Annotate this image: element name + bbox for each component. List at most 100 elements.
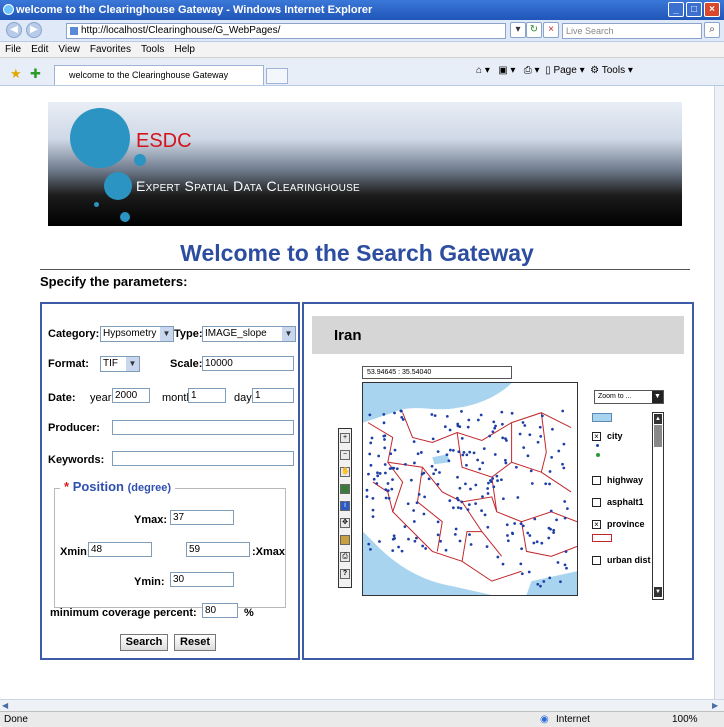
city-point (378, 540, 381, 543)
zoom-to-select[interactable]: Zoom to ... ▼ (594, 390, 664, 404)
tab-current[interactable]: welcome to the Clearinghouse Gateway (54, 65, 264, 85)
coverage-input[interactable]: 80 (202, 603, 238, 618)
home-icon[interactable]: ⌂ ▾ (476, 65, 490, 76)
pan-hand-icon[interactable]: ✋ (340, 467, 350, 477)
scroll-left-icon[interactable]: ◀ (2, 701, 11, 710)
print-icon[interactable]: ⎙ ▾ (524, 65, 540, 76)
city-point (424, 547, 428, 550)
month-input[interactable]: 1 (188, 388, 226, 403)
globe-icon[interactable] (340, 484, 350, 494)
zoom-out-icon[interactable]: − (340, 450, 350, 460)
menu-favorites[interactable]: Favorites (85, 42, 136, 57)
producer-input[interactable] (112, 420, 294, 435)
horizontal-scrollbar[interactable]: ◀ ▶ (0, 699, 724, 711)
search-icon[interactable]: ⌕ (704, 22, 720, 38)
scroll-up-icon[interactable]: ▲ (654, 414, 662, 424)
city-point (367, 542, 371, 546)
menu-file[interactable]: File (0, 42, 26, 57)
city-point (432, 472, 436, 476)
maximize-button[interactable]: □ (686, 2, 702, 17)
info-icon[interactable]: i (340, 501, 350, 511)
city-point (447, 459, 451, 463)
legend-highway-checkbox[interactable] (592, 476, 601, 485)
scroll-thumb[interactable] (654, 425, 662, 447)
year-input[interactable]: 2000 (112, 388, 150, 403)
new-tab-button[interactable] (266, 68, 288, 84)
print-icon[interactable]: ⎙ (340, 552, 350, 562)
type-select[interactable]: IMAGE_slope ▼ (202, 326, 296, 342)
address-dropdown-button[interactable]: ▾ (510, 22, 526, 38)
city-point (478, 467, 482, 471)
address-field[interactable]: http://localhost/Clearinghouse/G_WebPage… (66, 23, 506, 39)
minimize-button[interactable]: _ (668, 2, 684, 17)
city-point (551, 427, 554, 431)
ymin-input[interactable]: 30 (170, 572, 234, 587)
reset-button[interactable]: Reset (174, 634, 216, 651)
day-input[interactable]: 1 (252, 388, 294, 403)
category-select[interactable]: Hypsometry ▼ (100, 326, 174, 342)
legend-province-checkbox[interactable]: × (592, 520, 601, 529)
xmax-input[interactable]: 59 (186, 542, 250, 557)
city-point (565, 507, 569, 511)
city-point (388, 467, 392, 470)
city-point (505, 439, 508, 442)
feeds-icon[interactable]: ▣ ▾ (498, 65, 515, 76)
back-button[interactable]: ◀ (6, 22, 22, 38)
legend-city-checkbox[interactable]: × (592, 432, 601, 441)
city-point (540, 541, 544, 545)
legend-asphalt-checkbox[interactable] (592, 498, 601, 507)
tools-menu[interactable]: ⚙ Tools ▾ (590, 65, 633, 76)
city-point (386, 482, 390, 485)
live-search-input[interactable]: Live Search (562, 23, 702, 39)
zoom-level[interactable]: 100% (672, 714, 698, 725)
city-point (501, 436, 505, 440)
city-point (506, 539, 510, 543)
city-point (384, 471, 387, 475)
city-point (562, 442, 566, 446)
favorites-star-icon[interactable]: ★ (10, 66, 22, 82)
scroll-down-icon[interactable]: ▼ (654, 587, 662, 597)
vertical-scrollbar[interactable] (714, 86, 724, 699)
menu-view[interactable]: View (53, 42, 85, 57)
city-point (547, 526, 551, 530)
status-bar: Done ◉ Internet 100% (0, 711, 724, 727)
city-point (469, 487, 472, 491)
city-point (480, 509, 483, 513)
menu-edit[interactable]: Edit (26, 42, 53, 57)
iran-map[interactable] (362, 382, 578, 596)
menu-tools[interactable]: Tools (136, 42, 169, 57)
city-point (400, 409, 403, 413)
keywords-input[interactable] (112, 451, 294, 466)
page-menu[interactable]: ▯ Page ▾ (545, 65, 584, 76)
zoom-in-icon[interactable]: + (340, 433, 350, 443)
layers-icon[interactable] (340, 535, 350, 545)
forward-button[interactable]: ▶ (26, 22, 42, 38)
stop-button[interactable]: × (543, 22, 559, 38)
city-point (467, 418, 471, 422)
help-icon[interactable]: ? (340, 569, 350, 579)
city-point (369, 441, 373, 445)
menu-help[interactable]: Help (169, 42, 200, 57)
add-favorites-icon[interactable]: ✚ (30, 66, 41, 82)
city-point (413, 461, 416, 465)
city-point (436, 533, 440, 537)
city-point (493, 453, 497, 456)
city-point (370, 436, 374, 440)
format-select[interactable]: TIF ▼ (100, 356, 140, 372)
city-point (387, 496, 391, 500)
close-window-button[interactable]: × (704, 2, 720, 17)
scale-input[interactable]: 10000 (202, 356, 294, 371)
ymax-input[interactable]: 37 (170, 510, 234, 525)
legend-scrollbar[interactable]: ▲ ▼ (652, 412, 664, 600)
search-button[interactable]: Search (120, 634, 168, 651)
xmin-input[interactable]: 48 (88, 542, 152, 557)
city-point (528, 433, 532, 437)
legend-urban-checkbox[interactable] (592, 556, 601, 565)
city-point (506, 534, 509, 537)
city-point (376, 471, 379, 475)
city-point (382, 413, 386, 416)
refresh-button[interactable]: ↻ (526, 22, 542, 38)
scroll-right-icon[interactable]: ▶ (712, 701, 721, 710)
city-point (486, 487, 490, 490)
move-icon[interactable]: ✥ (340, 518, 350, 528)
